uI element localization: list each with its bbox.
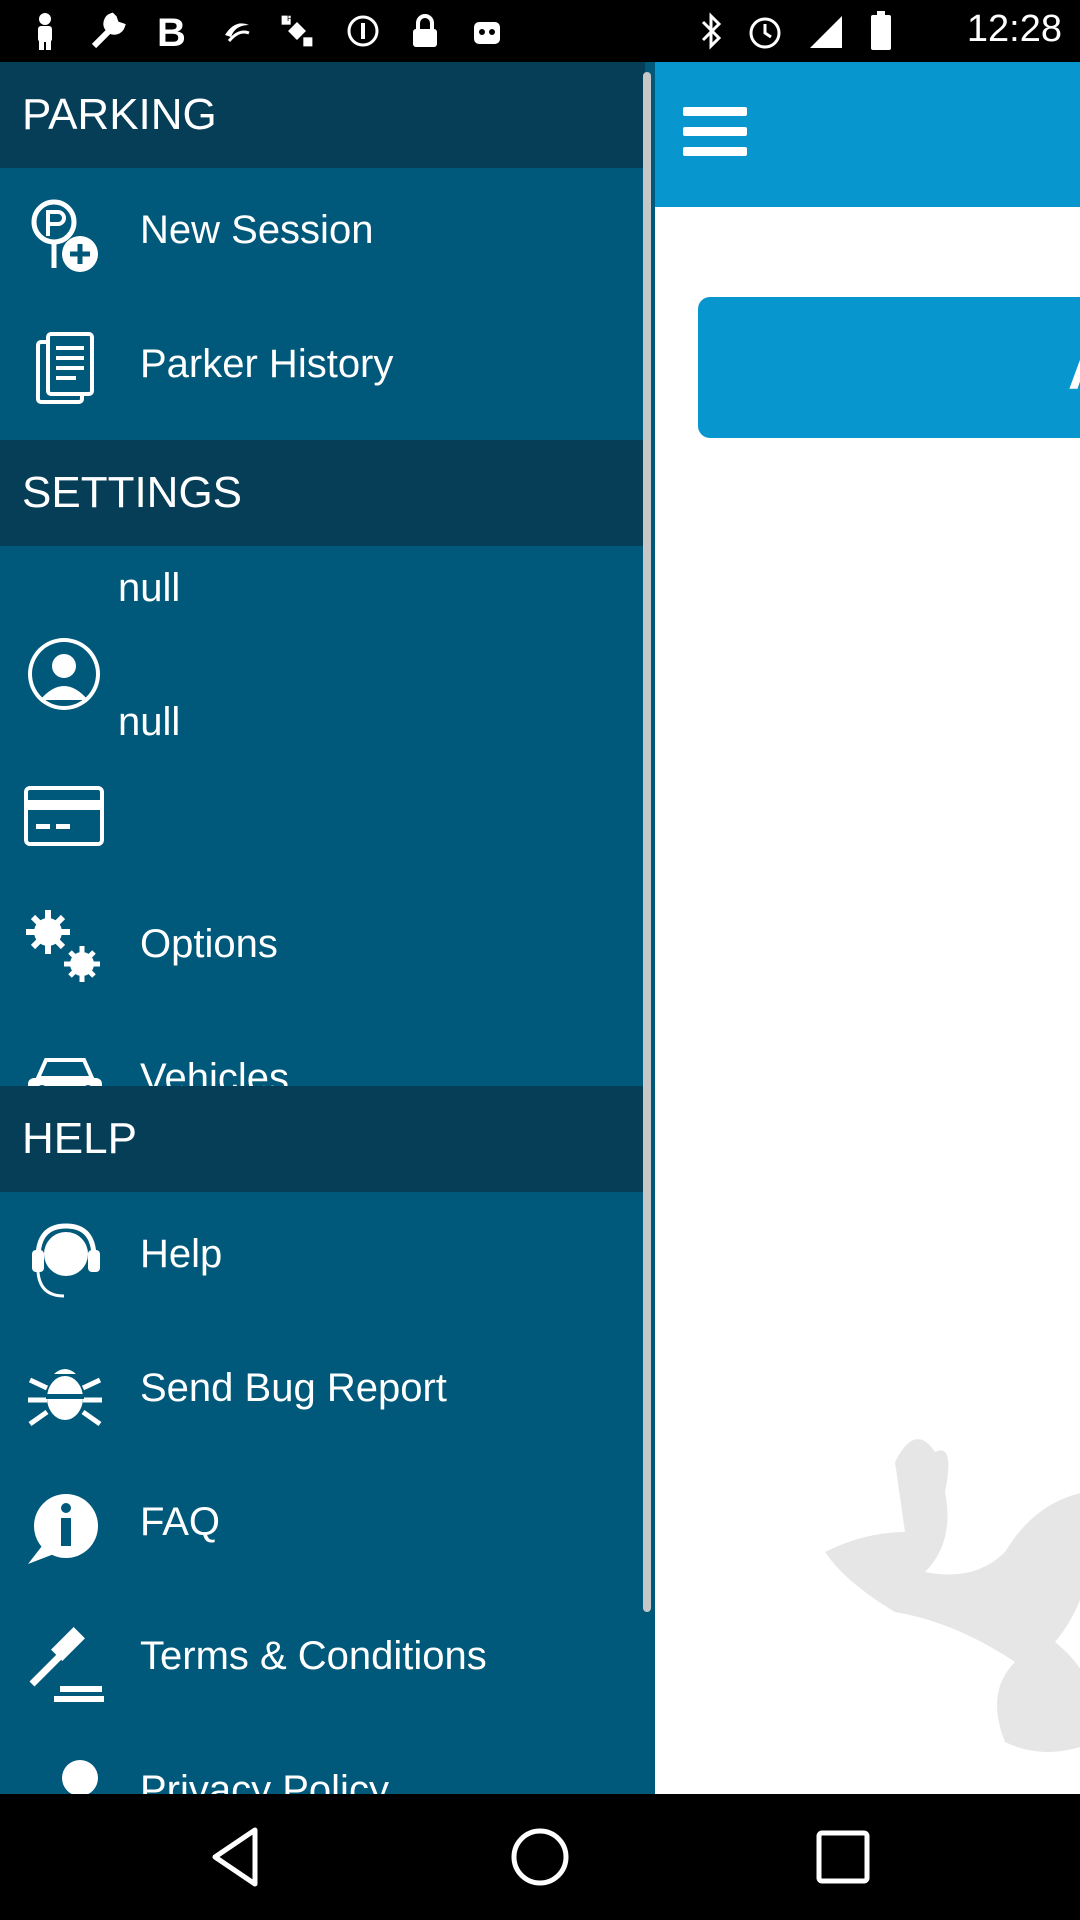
menu-item-parker-history[interactable]: Parker History	[0, 302, 645, 436]
menu-item-terms-conditions[interactable]: Terms & Conditions	[0, 1594, 645, 1728]
menu-item-faq[interactable]: FAQ	[0, 1460, 645, 1594]
clock-time: 12:28	[966, 8, 1062, 50]
menu-item-label: New Session	[140, 208, 374, 252]
menu-item-label: FAQ	[140, 1500, 221, 1544]
menu-item-label: null	[118, 566, 181, 610]
menu-item-help[interactable]: Help	[0, 1192, 645, 1326]
menu-item-label: Terms & Conditions	[140, 1634, 487, 1678]
battery-icon	[862, 11, 900, 50]
person-icon	[26, 12, 64, 50]
android-icon	[468, 12, 506, 50]
parking-add-icon	[24, 196, 106, 278]
navigation-drawer: PARKING New Session Parker History SETTI…	[0, 62, 655, 1794]
wrench-icon	[88, 12, 126, 50]
section-header-parking: PARKING	[0, 62, 645, 168]
bluetooth-icon	[693, 12, 731, 50]
menu-item-label: Privacy Policy	[140, 1768, 389, 1794]
swoosh-icon	[218, 12, 256, 50]
menu-item-label: Send Bug Report	[140, 1366, 447, 1410]
primary-action-label: A	[1068, 337, 1080, 402]
info-circle-icon	[344, 12, 382, 50]
document-icon	[24, 330, 106, 412]
info-bubble-icon	[24, 1488, 106, 1570]
menu-item-vehicles[interactable]: Vehicles	[0, 948, 645, 1112]
recents-icon[interactable]	[808, 1822, 878, 1892]
home-icon[interactable]	[505, 1822, 575, 1892]
signal-icon	[806, 12, 844, 50]
status-bar: B FAKE 12:28	[0, 0, 1080, 62]
bug-icon	[24, 1354, 106, 1436]
fake-gps-icon: FAKE	[278, 12, 316, 50]
menu-item-label: Parker History	[140, 342, 394, 386]
menu-item-options[interactable]: Options	[0, 814, 645, 982]
menu-item-payment[interactable]: null	[0, 680, 645, 846]
menu-item-send-bug-report[interactable]: Send Bug Report	[0, 1326, 645, 1460]
gavel-icon	[24, 1622, 106, 1704]
app-bar	[655, 62, 1080, 207]
svg-text:FAKE: FAKE	[287, 14, 308, 23]
system-navigation-bar	[0, 1794, 1080, 1920]
bold-b-icon: B	[152, 12, 190, 50]
watermark-illustration-icon	[805, 1382, 1080, 1794]
headset-icon	[24, 1220, 106, 1302]
menu-item-privacy-policy[interactable]: Privacy Policy	[0, 1728, 645, 1794]
primary-action-button[interactable]: A	[698, 297, 1080, 438]
menu-icon[interactable]	[683, 107, 753, 163]
lock-person-icon	[24, 1756, 106, 1794]
alarm-icon	[746, 12, 784, 50]
main-content: A	[655, 62, 1080, 1794]
menu-item-new-session[interactable]: New Session	[0, 168, 645, 302]
back-icon[interactable]	[203, 1822, 273, 1892]
menu-item-label: Help	[140, 1232, 223, 1276]
section-header-settings: SETTINGS	[0, 440, 645, 546]
drawer-scrollbar[interactable]	[643, 72, 651, 1612]
section-header-help: HELP	[0, 1086, 645, 1192]
menu-item-label: null	[118, 700, 181, 744]
svg-text:B: B	[157, 12, 186, 50]
menu-item-user-account[interactable]: null	[0, 546, 645, 710]
lock-icon	[406, 12, 444, 50]
